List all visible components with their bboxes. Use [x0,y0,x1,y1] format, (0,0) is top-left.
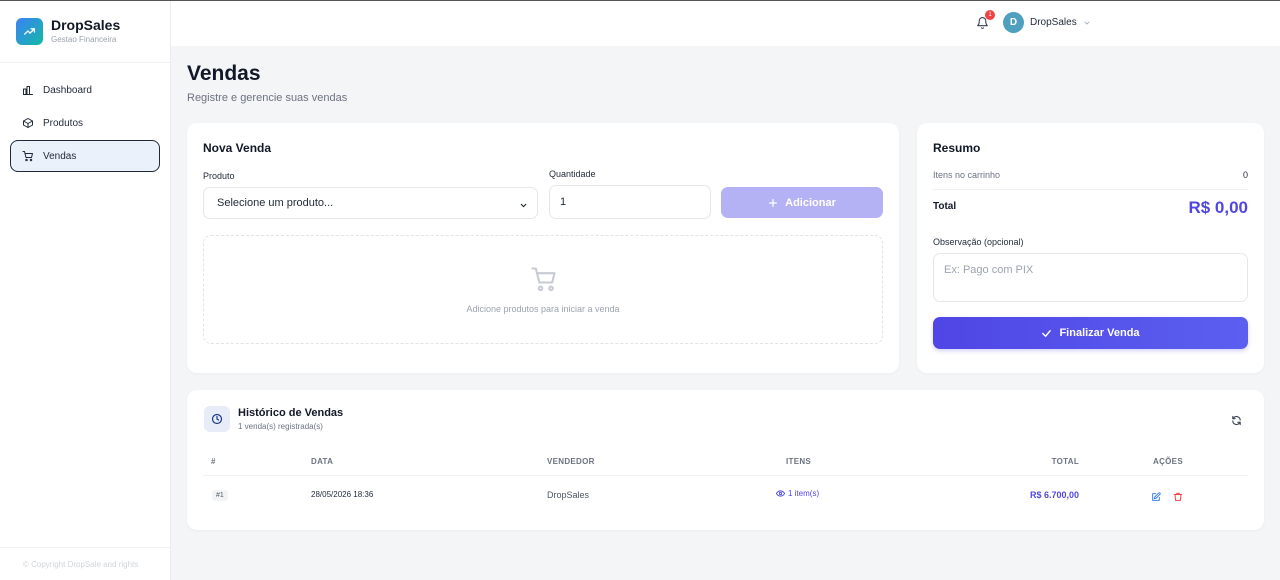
column-header-actions: AÇÕES [1153,457,1183,466]
cart-items-label: Itens no carrinho [933,170,1001,180]
empty-cart-area: Adicione produtos para iniciar a venda [203,235,883,344]
product-select[interactable]: Selecione um produto... [203,187,538,219]
page-title: Vendas [187,62,261,85]
sidebar-nav: Dashboard Produtos Vendas [0,63,170,172]
sale-id-badge: #1 [212,490,228,501]
chevron-down-icon [1084,21,1090,25]
quantity-value: 1 [560,196,567,208]
empty-cart-text: Adicione produtos para iniciar a venda [466,304,620,314]
summary-title: Resumo [933,141,981,155]
trash-icon[interactable] [1173,489,1183,507]
cart-icon [531,267,556,292]
refresh-icon[interactable] [1231,413,1242,431]
brand-subtitle: Gestao Financeira [51,35,117,44]
sale-date: 28/05/2026 18:36 [311,490,374,499]
column-header-date: DATA [311,457,334,466]
cart-items-count: 0 [1242,170,1248,180]
divider [933,189,1248,190]
avatar: D [1003,12,1024,33]
sidebar-item-label: Produtos [43,117,84,129]
sale-items-count: 1 item(s) [788,489,820,498]
chevron-down-icon [520,203,527,208]
add-button-label: Adicionar [785,196,836,209]
edit-icon[interactable] [1151,489,1161,507]
history-card [187,390,1264,530]
total-label: Total [933,201,957,212]
finalize-sale-button[interactable]: Finalizar Venda [933,317,1248,349]
sidebar-item-dashboard[interactable]: Dashboard [10,74,160,106]
sidebar-item-vendas[interactable]: Vendas [10,140,160,172]
bar-chart-icon [23,86,33,95]
brand-name: DropSales [51,17,121,33]
column-header-items: ITENS [786,457,812,466]
page-subtitle: Registre e gerencie suas vendas [187,92,348,104]
column-header-id: # [211,457,216,466]
sidebar-item-label: Dashboard [43,84,92,96]
sale-items-link[interactable]: 1 item(s) [776,489,819,498]
quantity-input[interactable]: 1 [549,185,711,219]
history-title: Histórico de Vendas [238,407,344,419]
sale-seller: DropSales [547,490,590,500]
sale-total: R$ 6.700,00 [1029,490,1079,500]
sidebar: DropSales Gestao Financeira Dashboard Pr… [0,1,171,580]
column-header-seller: VENDEDOR [547,457,595,466]
history-subtitle: 1 venda(s) registrada(s) [238,422,323,431]
column-header-total: TOTAL [1051,457,1079,466]
finalize-sale-label: Finalizar Venda [1059,327,1140,339]
note-label: Observação (opcional) [933,237,1024,247]
sidebar-item-label: Vendas [43,150,77,162]
brand[interactable]: DropSales Gestao Financeira [0,1,170,63]
user-menu[interactable]: D DropSales [1003,12,1091,33]
notification-badge: 1 [985,10,995,20]
clock-icon [204,406,230,432]
product-label: Produto [203,171,235,181]
total-value: R$ 0,00 [1188,198,1248,217]
box-icon [23,118,33,128]
copyright: © Copyright DropSale and rights [0,547,170,580]
note-textarea[interactable]: Ex: Pago com PIX [933,253,1248,302]
check-icon [1042,329,1052,337]
table-divider [203,475,1248,476]
new-sale-title: Nova Venda [203,141,272,155]
cart-icon [22,151,33,162]
add-button[interactable]: Adicionar [721,187,883,218]
plus-icon [769,198,778,207]
user-name: DropSales [1030,17,1077,28]
eye-icon [776,490,785,497]
product-select-value: Selecione um produto... [217,197,334,209]
sidebar-item-produtos[interactable]: Produtos [10,107,160,139]
quantity-label: Quantidade [549,169,596,179]
trending-up-icon [16,18,43,45]
top-header [171,1,1280,46]
